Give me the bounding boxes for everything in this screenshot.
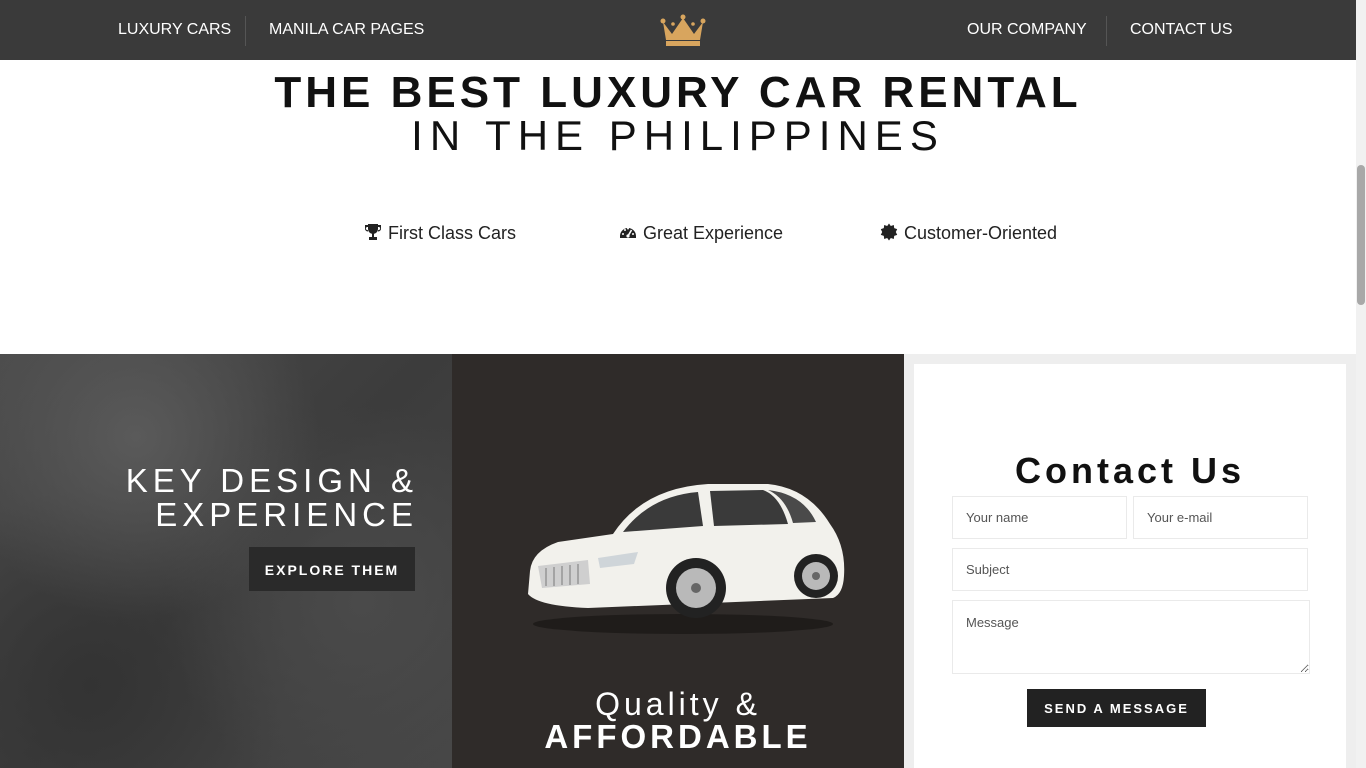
hero-title: THE BEST LUXURY CAR RENTAL	[274, 68, 1082, 117]
crown-icon[interactable]	[660, 12, 706, 48]
key-design-line1: KEY DESIGN &	[125, 462, 418, 499]
key-design-title: KEY DESIGN & EXPERIENCE	[126, 464, 418, 532]
hero-subtitle: IN THE PHILIPPINES	[411, 112, 945, 159]
message-input[interactable]	[952, 600, 1310, 674]
luxury-car-image	[528, 484, 845, 634]
nav-our-company[interactable]: OUR COMPANY	[967, 0, 1087, 60]
scrollbar-thumb[interactable]	[1357, 165, 1365, 305]
email-input[interactable]	[1133, 496, 1308, 539]
feature-customer-oriented: Customer-Oriented	[880, 220, 1057, 246]
trophy-icon	[364, 224, 382, 240]
feature-label: Great Experience	[643, 223, 784, 243]
nav-manila-car-pages[interactable]: MANILA CAR PAGES	[269, 0, 424, 60]
quality-panel: Quality & AFFORDABLE	[452, 354, 904, 768]
contact-form: Contact Us SEND A MESSAGE	[914, 364, 1346, 768]
explore-them-button[interactable]: EXPLORE THEM	[249, 547, 415, 591]
feature-first-class: First Class Cars	[364, 220, 516, 246]
tachometer-icon	[620, 227, 636, 238]
feature-label: Customer-Oriented	[904, 223, 1058, 243]
send-message-button[interactable]: SEND A MESSAGE	[1027, 689, 1206, 727]
key-design-panel: KEY DESIGN & EXPERIENCE EXPLORE THEM	[0, 354, 452, 768]
nav-divider	[1106, 16, 1107, 46]
subject-input[interactable]	[952, 548, 1308, 591]
nav-divider	[245, 16, 246, 46]
feature-label: First Class Cars	[388, 223, 517, 243]
page-scrollbar[interactable]	[1356, 0, 1366, 768]
feature-great-experience: Great Experience	[619, 220, 783, 246]
nav-luxury-cars[interactable]: LUXURY CARS	[118, 0, 231, 60]
contact-title: Contact Us	[1014, 450, 1246, 491]
contact-panel: Contact Us SEND A MESSAGE	[904, 354, 1356, 768]
quality-title-line2: AFFORDABLE	[544, 718, 812, 755]
key-design-line2: EXPERIENCE	[155, 496, 418, 533]
certificate-icon	[880, 223, 898, 241]
name-input[interactable]	[952, 496, 1127, 539]
top-navbar: LUXURY CARS MANILA CAR PAGES OUR COMPANY…	[0, 0, 1356, 60]
nav-contact-us[interactable]: CONTACT US	[1130, 0, 1233, 60]
